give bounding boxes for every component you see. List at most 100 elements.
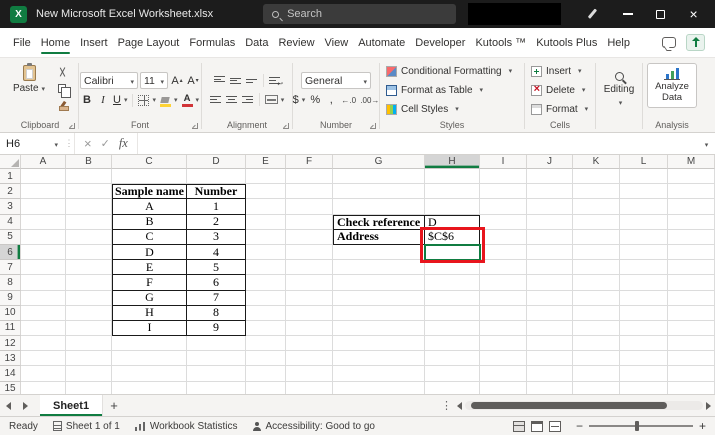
cell-G2[interactable] (333, 184, 425, 199)
cell-F14[interactable] (286, 366, 333, 381)
borders-button[interactable] (137, 92, 157, 108)
cell-J11[interactable] (527, 321, 573, 336)
cell-E12[interactable] (246, 336, 286, 351)
column-header-m[interactable]: M (668, 155, 715, 169)
cell-D2[interactable]: Number (187, 184, 246, 199)
row-header-10[interactable]: 10 (0, 306, 21, 321)
cell-M6[interactable] (668, 245, 715, 260)
cell-I15[interactable] (480, 382, 527, 394)
cell-H5[interactable]: $C$6 (425, 230, 480, 245)
cell-J7[interactable] (527, 260, 573, 275)
column-header-d[interactable]: D (187, 155, 246, 169)
cell-B5[interactable] (66, 230, 112, 245)
cell-L2[interactable] (620, 184, 668, 199)
cell-I6[interactable] (480, 245, 527, 260)
cell-J13[interactable] (527, 351, 573, 366)
comments-icon[interactable] (662, 37, 676, 48)
maximize-button[interactable] (644, 0, 677, 28)
cell-K8[interactable] (573, 275, 620, 290)
cell-M13[interactable] (668, 351, 715, 366)
cell-M9[interactable] (668, 291, 715, 306)
column-header-j[interactable]: J (527, 155, 573, 169)
menu-tab-home[interactable]: Home (36, 28, 75, 57)
cell-I8[interactable] (480, 275, 527, 290)
cell-H10[interactable] (425, 306, 480, 321)
cell-I4[interactable] (480, 215, 527, 230)
cell-K9[interactable] (573, 291, 620, 306)
cell-E14[interactable] (246, 366, 286, 381)
cell-C11[interactable]: I (112, 321, 187, 336)
align-center-button[interactable] (225, 92, 239, 108)
cell-J15[interactable] (527, 382, 573, 394)
row-header-4[interactable]: 4 (0, 215, 21, 230)
cell-G4[interactable]: Check reference (333, 215, 425, 230)
increase-decimal-button[interactable]: ←.0 (340, 92, 357, 108)
formula-input[interactable] (138, 133, 695, 154)
menu-tab-help[interactable]: Help (602, 28, 635, 57)
decrease-font-size-button[interactable]: A (186, 73, 200, 89)
cell-K10[interactable] (573, 306, 620, 321)
row-header-12[interactable]: 12 (0, 336, 21, 351)
cell-J1[interactable] (527, 169, 573, 184)
cell-A4[interactable] (21, 215, 66, 230)
cell-B15[interactable] (66, 382, 112, 394)
column-header-i[interactable]: I (480, 155, 527, 169)
format-painter-button[interactable] (54, 99, 72, 113)
insert-cells-button[interactable]: Insert (531, 63, 582, 79)
cell-styles-button[interactable]: Cell Styles (386, 101, 459, 117)
menu-tab-automate[interactable]: Automate (353, 28, 410, 57)
copy-button[interactable] (54, 82, 72, 96)
cell-C13[interactable] (112, 351, 187, 366)
menu-tab-formulas[interactable]: Formulas (184, 28, 240, 57)
cell-G1[interactable] (333, 169, 425, 184)
cell-F12[interactable] (286, 336, 333, 351)
column-header-k[interactable]: K (573, 155, 620, 169)
cell-H14[interactable] (425, 366, 480, 381)
cell-J10[interactable] (527, 306, 573, 321)
cell-I13[interactable] (480, 351, 527, 366)
cell-D11[interactable]: 9 (187, 321, 246, 336)
column-header-a[interactable]: A (21, 155, 66, 169)
cell-B11[interactable] (66, 321, 112, 336)
cell-M14[interactable] (668, 366, 715, 381)
cell-F15[interactable] (286, 382, 333, 394)
menu-tab-view[interactable]: View (320, 28, 354, 57)
search-box[interactable]: Search (263, 4, 456, 24)
alignment-dialog-launcher-icon[interactable] (283, 123, 289, 129)
cell-E15[interactable] (246, 382, 286, 394)
row-header-3[interactable]: 3 (0, 199, 21, 214)
cell-E5[interactable] (246, 230, 286, 245)
cell-F10[interactable] (286, 306, 333, 321)
align-left-button[interactable] (209, 92, 223, 108)
cell-K6[interactable] (573, 245, 620, 260)
cell-B7[interactable] (66, 260, 112, 275)
cell-C14[interactable] (112, 366, 187, 381)
cell-J12[interactable] (527, 336, 573, 351)
cell-L13[interactable] (620, 351, 668, 366)
column-header-f[interactable]: F (286, 155, 333, 169)
cell-A5[interactable] (21, 230, 66, 245)
cell-M8[interactable] (668, 275, 715, 290)
cell-G3[interactable] (333, 199, 425, 214)
cell-A13[interactable] (21, 351, 66, 366)
percent-style-button[interactable]: % (308, 92, 322, 108)
cell-C1[interactable] (112, 169, 187, 184)
cell-H3[interactable] (425, 199, 480, 214)
account-area[interactable] (468, 3, 561, 25)
cell-H1[interactable] (425, 169, 480, 184)
menu-tab-data[interactable]: Data (240, 28, 273, 57)
minimize-button[interactable] (611, 0, 644, 28)
row-header-8[interactable]: 8 (0, 275, 21, 290)
ribbon-group-editing[interactable]: Editing (598, 60, 640, 132)
accounting-format-button[interactable]: $ (292, 92, 307, 108)
horizontal-scrollbar-track[interactable] (465, 401, 703, 410)
cell-G9[interactable] (333, 291, 425, 306)
align-right-button[interactable] (241, 92, 255, 108)
cell-K7[interactable] (573, 260, 620, 275)
cell-M2[interactable] (668, 184, 715, 199)
cell-E2[interactable] (246, 184, 286, 199)
cell-J5[interactable] (527, 230, 573, 245)
cell-D13[interactable] (187, 351, 246, 366)
cell-B13[interactable] (66, 351, 112, 366)
cell-J9[interactable] (527, 291, 573, 306)
